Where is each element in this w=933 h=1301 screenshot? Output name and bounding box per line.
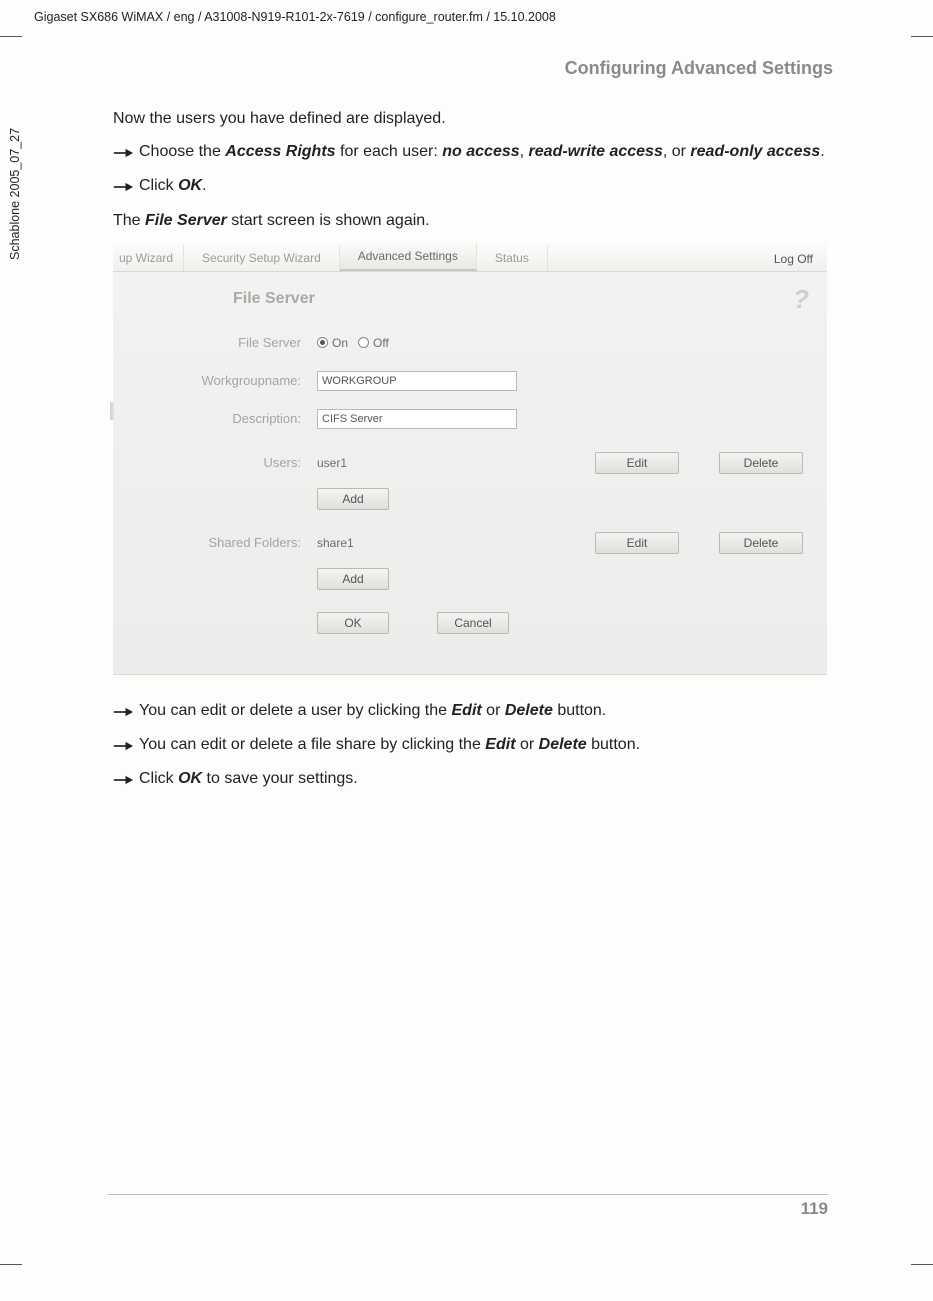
arrow-icon — [113, 767, 139, 793]
radio-icon — [317, 337, 328, 348]
header-path: Gigaset SX686 WiMAX / eng / A31008-N919-… — [34, 10, 556, 24]
body-text: You can edit or delete a user by clickin… — [113, 699, 833, 794]
row-shared: Shared Folders: share1 Edit Delete — [137, 530, 803, 556]
margin-tick — [110, 402, 114, 420]
footer-rule — [108, 1194, 828, 1195]
row-users: Users: user1 Edit Delete — [137, 450, 803, 476]
bullet: Choose the Access Rights for each user: … — [113, 140, 833, 166]
radio-group: On Off — [317, 336, 803, 350]
cancel-button[interactable]: Cancel — [437, 612, 509, 634]
crop-mark — [911, 36, 933, 37]
add-user-button[interactable]: Add — [317, 488, 389, 510]
arrow-icon — [113, 174, 139, 200]
row-shared-add: Add — [137, 566, 803, 592]
radio-icon — [358, 337, 369, 348]
share-name: share1 — [317, 536, 585, 550]
bullet: You can edit or delete a user by clickin… — [113, 699, 833, 725]
tab-status[interactable]: Status — [477, 245, 548, 271]
tabs-row: up Wizard Security Setup Wizard Advanced… — [113, 242, 827, 272]
delete-user-button[interactable]: Delete — [719, 452, 803, 474]
row-description: Description: — [137, 406, 803, 432]
page-content: Configuring Advanced Settings Now the us… — [113, 58, 833, 801]
panel: ? File Server File Server On Off Workgro… — [113, 272, 827, 674]
bullet-text: You can edit or delete a file share by c… — [139, 733, 833, 759]
edit-user-button[interactable]: Edit — [595, 452, 679, 474]
delete-share-button[interactable]: Delete — [719, 532, 803, 554]
section-title: Configuring Advanced Settings — [113, 58, 833, 79]
label-description: Description: — [137, 411, 317, 426]
tab-security-wizard[interactable]: Security Setup Wizard — [184, 245, 340, 271]
crop-mark — [0, 1264, 22, 1265]
label-shared: Shared Folders: — [137, 535, 317, 550]
arrow-icon — [113, 699, 139, 725]
page-number: 119 — [801, 1199, 828, 1219]
workgroup-input[interactable] — [317, 371, 517, 391]
bullet: Click OK. — [113, 174, 833, 200]
bullet: Click OK to save your settings. — [113, 767, 833, 793]
router-ui-screenshot: up Wizard Security Setup Wizard Advanced… — [113, 242, 827, 675]
paragraph: Now the users you have defined are displ… — [113, 107, 833, 130]
add-share-button[interactable]: Add — [317, 568, 389, 590]
row-actions: OK Cancel — [137, 610, 803, 636]
label-workgroup: Workgroupname: — [137, 373, 317, 388]
user-name: user1 — [317, 456, 585, 470]
bullet-text: Choose the Access Rights for each user: … — [139, 140, 833, 166]
label-file-server: File Server — [137, 335, 317, 350]
bullet-text: You can edit or delete a user by clickin… — [139, 699, 833, 725]
edit-share-button[interactable]: Edit — [595, 532, 679, 554]
tab-setup-wizard[interactable]: up Wizard — [113, 245, 184, 271]
logoff-link[interactable]: Log Off — [774, 247, 827, 271]
crop-mark — [911, 1264, 933, 1265]
radio-on[interactable]: On — [317, 336, 348, 350]
bullet-text: Click OK. — [139, 174, 833, 200]
panel-title: File Server — [233, 290, 803, 308]
arrow-icon — [113, 140, 139, 166]
tab-advanced-settings[interactable]: Advanced Settings — [340, 243, 477, 271]
ok-button[interactable]: OK — [317, 612, 389, 634]
crop-mark — [0, 36, 22, 37]
arrow-icon — [113, 733, 139, 759]
radio-off[interactable]: Off — [358, 336, 389, 350]
description-input[interactable] — [317, 409, 517, 429]
help-icon[interactable]: ? — [793, 284, 809, 315]
row-users-add: Add — [137, 486, 803, 512]
label-users: Users: — [137, 455, 317, 470]
row-workgroup: Workgroupname: — [137, 368, 803, 394]
row-file-server: File Server On Off — [137, 330, 803, 356]
bullet-text: Click OK to save your settings. — [139, 767, 833, 793]
body-text: Now the users you have defined are displ… — [113, 107, 833, 232]
template-label: Schablone 2005_07_27 — [8, 128, 22, 260]
paragraph: The File Server start screen is shown ag… — [113, 209, 833, 232]
bullet: You can edit or delete a file share by c… — [113, 733, 833, 759]
